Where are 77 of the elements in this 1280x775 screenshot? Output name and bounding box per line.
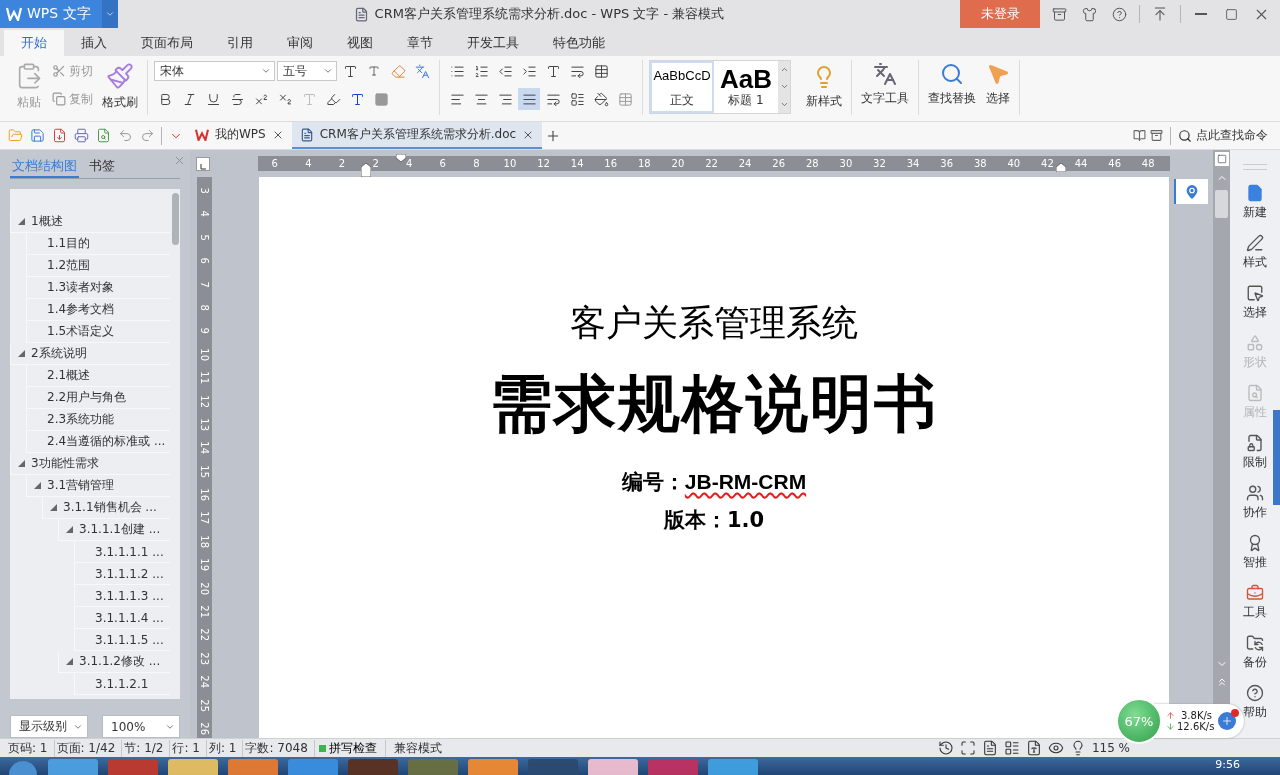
outline-item[interactable]: 3.1.1销售机会 ... — [63, 499, 157, 516]
download-speed: 12.6K/s — [1177, 721, 1215, 732]
outline-item[interactable]: 1.5术语定义 — [47, 323, 115, 340]
side-tool-button[interactable]: 帮助 — [1243, 684, 1267, 734]
status-field: 字数: 7048 — [243, 739, 315, 757]
taskbar-clock: 9:56 — [1215, 759, 1240, 771]
document-subtitle: 客户关系管理系统 — [570, 301, 858, 345]
outline-item[interactable]: 2系统说明 — [31, 345, 87, 362]
side-tool-button[interactable]: 工具 — [1243, 584, 1267, 634]
outline-item[interactable]: 1.2范围 — [47, 257, 91, 274]
text-tools-button[interactable]: 文字工具 — [858, 60, 912, 109]
ribbon-tab[interactable]: 视图 — [330, 30, 390, 56]
side-tool-button[interactable]: 智推 — [1243, 534, 1267, 584]
ribbon-tab[interactable]: 特色功能 — [536, 30, 622, 56]
level-select[interactable]: 显示级别 — [10, 715, 88, 738]
panel-tab[interactable]: 书签 — [87, 156, 117, 178]
ribbon-tab[interactable]: 页面布局 — [124, 30, 210, 56]
side-tool-button[interactable]: 样式 — [1243, 234, 1267, 284]
font-size-select[interactable]: 五号 — [277, 61, 337, 81]
spell-check-button[interactable]: 拼写检查 — [314, 739, 386, 757]
outline-item[interactable]: 2.1概述 — [47, 367, 91, 384]
select-button[interactable]: 选择 — [983, 60, 1013, 109]
document-tab[interactable]: 我的WPS — [187, 122, 292, 149]
outline-item[interactable]: 1.4参考文档 — [47, 301, 115, 318]
ribbon-tab[interactable]: 开发工具 — [450, 30, 536, 56]
ribbon-tab[interactable]: 开始 — [4, 30, 64, 56]
outline-item[interactable]: 3.1.1.2.1 — [95, 676, 149, 691]
status-field: 节: 1/2 — [122, 739, 171, 757]
command-search[interactable]: 点此查找命令 — [1127, 125, 1274, 146]
ribbon-tab[interactable]: 引用 — [210, 30, 270, 56]
outline-item[interactable]: 3.1营销管理 — [47, 477, 115, 494]
ribbon-tab[interactable]: 审阅 — [270, 30, 330, 56]
upload-speed: 3.8K/s — [1181, 710, 1213, 721]
window-title: CRM客户关系管理系统需求分析.doc - WPS 文字 - 兼容模式 — [374, 5, 725, 23]
format-painter-button[interactable]: 格式刷 — [99, 60, 141, 113]
ribbon-tab[interactable]: 章节 — [390, 30, 450, 56]
outline-item[interactable]: 3.1.1.1创建 ... — [79, 521, 161, 538]
side-tool-button[interactable]: 协作 — [1243, 484, 1267, 534]
style-name: 标题 1 — [728, 92, 764, 109]
status-field: 页面: 1/42 — [54, 739, 123, 757]
zoom-select[interactable]: 100% — [102, 715, 180, 738]
outline-item[interactable]: 1.3读者对象 — [47, 279, 115, 296]
vertical-ruler: 3 4 5 6 7 8 9 10 11 12 13 14 15 16 17 18 19 20 21 22 23 24 25 26 — [197, 177, 212, 738]
status-field: 列: 1 — [207, 739, 244, 757]
outline-item[interactable]: 3.1.1.1.3 ... — [95, 588, 164, 603]
document-title: 需求规格说明书 — [490, 366, 938, 442]
outline-item[interactable]: 3功能性需求 — [31, 455, 99, 472]
status-field: 兼容模式 — [385, 739, 448, 757]
outline-item[interactable]: 3.1.1.2修改 ... — [79, 653, 161, 670]
style-preview: AaBbCcD — [652, 67, 712, 85]
side-tool-button[interactable]: 选择 — [1243, 284, 1267, 334]
new-style-button[interactable]: 新样式 — [803, 63, 845, 112]
ribbon-tab[interactable]: 插入 — [64, 30, 124, 56]
document-version: 版本：1.0 — [663, 507, 765, 534]
outline-item[interactable]: 1概述 — [31, 213, 63, 230]
outline-item[interactable]: 3.1.1.1.4 ... — [95, 610, 164, 625]
outline-item[interactable]: 2.3系统功能 — [47, 411, 115, 428]
outline-item[interactable]: 3.1.1.1.1 ... — [95, 544, 164, 559]
status-field: 行: 1 — [170, 739, 207, 757]
find-replace-button[interactable]: 查找替换 — [925, 60, 979, 109]
outline-item[interactable]: 3.1.1.1.2 ... — [95, 566, 164, 581]
outline-item[interactable]: 2.2用户与角色 — [47, 389, 127, 406]
status-field: 页码: 1 — [6, 739, 55, 757]
document-tab[interactable]: CRM客户关系管理系统需求分析.doc — [291, 122, 543, 149]
font-name-select[interactable]: 宋体 — [154, 61, 275, 81]
app-menu-button[interactable]: WPS 文字 — [0, 0, 118, 28]
zoom-level: 115 % — [1091, 741, 1130, 755]
side-tool-button[interactable]: 新建 — [1243, 184, 1267, 234]
style-preset[interactable]: AaBbCcD 正文 — [650, 61, 714, 113]
side-tool-button[interactable]: 限制 — [1243, 434, 1267, 484]
outline-item[interactable]: 2.4当遵循的标准或 ... — [47, 433, 166, 450]
outline-item[interactable]: 1.1目的 — [47, 235, 91, 252]
side-tool-button[interactable]: 备份 — [1243, 634, 1267, 684]
style-name: 正文 — [670, 92, 694, 109]
outline-item[interactable]: 3.1.1.1.5 ... — [95, 632, 164, 647]
document-number: 编号：JB-RM-CRM — [621, 469, 807, 495]
style-preview: AaB — [719, 65, 773, 92]
